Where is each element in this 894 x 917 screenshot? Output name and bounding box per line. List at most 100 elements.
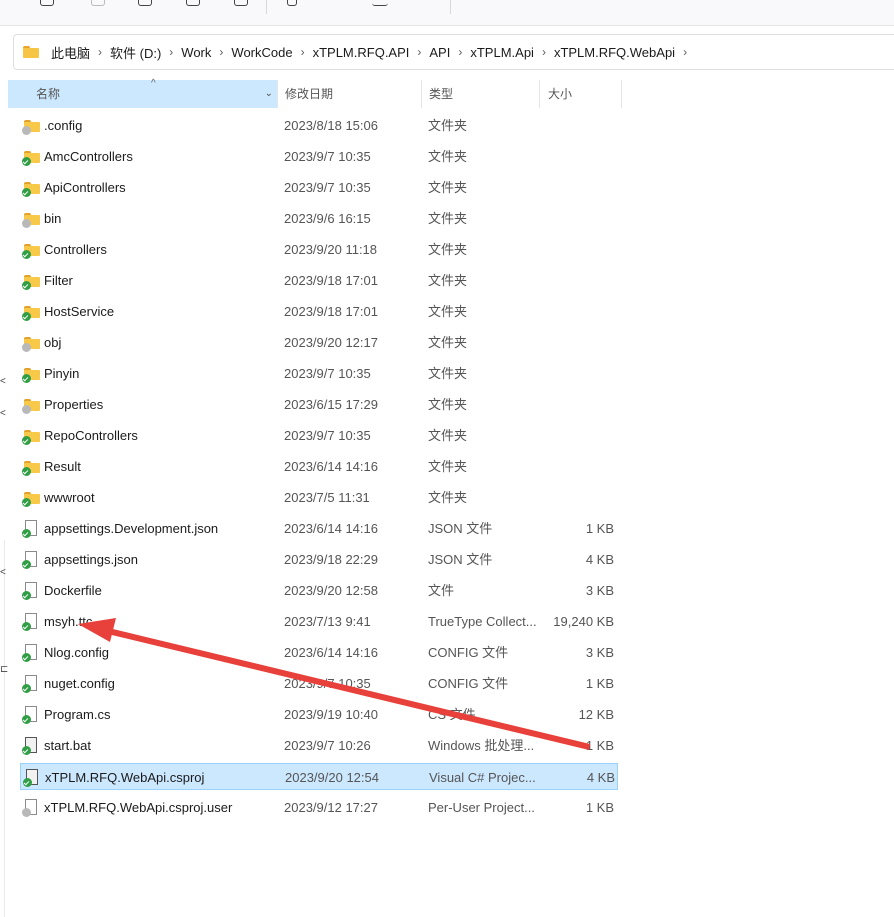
file-row[interactable]: HostService 2023/9/18 17:01 文件夹 — [20, 298, 618, 325]
file-row[interactable]: xTPLM.RFQ.WebApi.csproj 2023/9/20 12:54 Vi… — [20, 763, 618, 790]
column-header-date[interactable]: 修改日期 — [277, 80, 421, 108]
chevron-down-icon[interactable]: ⌄ — [265, 80, 273, 108]
file-type: 文件夹 — [428, 180, 468, 195]
file-size: 4 KB — [585, 552, 614, 567]
file-row[interactable]: Filter 2023/9/18 17:01 文件夹 — [20, 267, 618, 294]
file-row[interactable]: nuget.config 2023/9/7 10:35 CONFIG 文件 1 KB — [20, 670, 618, 697]
address-bar[interactable]: 此电脑 › 软件 (D:) › Work › WorkCode › xTPLM.RFQ.API ›… — [13, 34, 894, 70]
sort-icon[interactable] — [287, 0, 297, 6]
file-type: 文件 — [428, 583, 455, 598]
breadcrumb-item[interactable]: WorkCode — [231, 45, 292, 60]
file-row[interactable]: appsettings.Development.json 2023/6/14 14… — [20, 515, 618, 542]
file-row[interactable]: Dockerfile 2023/9/20 12:58 文件 3 KB — [20, 577, 618, 604]
breadcrumb-item[interactable]: xTPLM.RFQ.WebApi — [554, 45, 675, 60]
folder-icon — [22, 212, 40, 228]
file-date: 2023/9/12 17:27 — [284, 800, 378, 815]
column-header-size[interactable]: 大小 — [539, 80, 622, 108]
file-size: 4 KB — [586, 770, 615, 785]
file-type: CONFIG 文件 — [428, 676, 509, 691]
file-type: 文件夹 — [428, 211, 468, 226]
file-name: obj — [44, 335, 62, 350]
file-row[interactable]: Pinyin 2023/9/7 10:35 文件夹 — [20, 360, 618, 387]
file-size: 3 KB — [585, 583, 614, 598]
file-size: 1 KB — [585, 521, 614, 536]
file-name: Pinyin — [44, 366, 80, 381]
file-row[interactable]: appsettings.json 2023/9/18 22:29 JSON 文件 4 … — [20, 546, 618, 573]
breadcrumb-item[interactable]: xTPLM.RFQ.API — [313, 45, 410, 60]
chevron-right-icon[interactable]: › — [542, 45, 546, 59]
file-date: 2023/6/15 17:29 — [284, 397, 378, 412]
chevron-right-icon[interactable]: › — [458, 45, 462, 59]
file-date: 2023/9/7 10:35 — [284, 676, 371, 691]
breadcrumb-item[interactable]: API — [429, 45, 450, 60]
file-date: 2023/9/18 17:01 — [284, 304, 378, 319]
column-header-date-label: 修改日期 — [285, 87, 334, 101]
breadcrumb-item[interactable]: Work — [181, 45, 211, 60]
sync-ok-icon — [22, 467, 31, 476]
share-icon[interactable] — [186, 0, 200, 6]
file-size — [540, 236, 614, 263]
file-date: 2023/9/18 22:29 — [284, 552, 378, 567]
chevron-right-icon[interactable]: › — [683, 45, 687, 59]
paste-icon[interactable] — [91, 0, 105, 6]
file-row[interactable]: Controllers 2023/9/20 11:18 文件夹 — [20, 236, 618, 263]
column-header-type[interactable]: 类型 — [421, 80, 539, 108]
file-icon — [22, 675, 37, 693]
sync-ok-icon — [22, 622, 31, 631]
file-row[interactable]: start.bat 2023/9/7 10:26 Windows 批处理... 1 K… — [20, 732, 618, 759]
file-date: 2023/9/20 12:17 — [284, 335, 378, 350]
file-row[interactable]: Nlog.config 2023/6/14 14:16 CONFIG 文件 3 KB — [20, 639, 618, 666]
file-row[interactable]: bin 2023/9/6 16:15 文件夹 — [20, 205, 618, 232]
file-row[interactable]: msyh.ttc 2023/7/13 9:41 TrueType Collect..… — [20, 608, 618, 635]
file-date: 2023/6/14 14:16 — [284, 459, 378, 474]
file-size — [540, 174, 614, 201]
nav-pane-fragment: < — [0, 408, 6, 419]
column-headers: ^ 名称 ⌄ 修改日期 类型 大小 — [0, 78, 894, 108]
file-row[interactable]: Properties 2023/6/15 17:29 文件夹 — [20, 391, 618, 418]
file-type: JSON 文件 — [428, 521, 493, 536]
delete-icon[interactable] — [234, 0, 248, 6]
chevron-right-icon[interactable]: › — [417, 45, 421, 59]
breadcrumb-item[interactable]: 软件 (D:) — [110, 43, 161, 62]
file-size — [540, 329, 614, 356]
file-icon — [22, 551, 37, 569]
folder-icon — [22, 429, 40, 445]
file-row[interactable]: ApiControllers 2023/9/7 10:35 文件夹 — [20, 174, 618, 201]
file-row[interactable]: Result 2023/6/14 14:16 文件夹 — [20, 453, 618, 480]
copy-icon[interactable] — [40, 0, 54, 6]
file-row[interactable]: Program.cs 2023/9/19 10:40 CS 文件 12 KB — [20, 701, 618, 728]
file-type: 文件夹 — [428, 366, 468, 381]
file-type: CONFIG 文件 — [428, 645, 509, 660]
file-row[interactable]: AmcControllers 2023/9/7 10:35 文件夹 — [20, 143, 618, 170]
file-date: 2023/9/7 10:35 — [284, 428, 371, 443]
file-date: 2023/9/20 11:18 — [284, 242, 378, 257]
file-icon — [22, 706, 37, 724]
file-name: wwwroot — [44, 490, 95, 505]
column-header-name[interactable]: ^ 名称 ⌄ — [8, 78, 277, 108]
file-date: 2023/6/14 14:16 — [284, 521, 378, 536]
file-type: 文件夹 — [428, 335, 468, 350]
breadcrumb-item[interactable]: xTPLM.Api — [470, 45, 534, 60]
file-name: appsettings.Development.json — [44, 521, 219, 536]
chevron-right-icon[interactable]: › — [169, 45, 173, 59]
sync-pending-icon — [22, 808, 31, 817]
file-size: 3 KB — [585, 645, 614, 660]
file-type: 文件夹 — [428, 118, 468, 133]
chevron-right-icon[interactable]: › — [98, 45, 102, 59]
rename-icon[interactable] — [138, 0, 152, 6]
file-name: RepoControllers — [44, 428, 138, 443]
file-size — [540, 267, 614, 294]
view-icon[interactable] — [372, 0, 388, 6]
file-row[interactable]: obj 2023/9/20 12:17 文件夹 — [20, 329, 618, 356]
file-row[interactable]: xTPLM.RFQ.WebApi.csproj.user 2023/9/12 17… — [20, 794, 618, 821]
column-header-size-label: 大小 — [548, 87, 573, 101]
file-icon — [23, 769, 38, 787]
file-row[interactable]: .config 2023/8/18 15:06 文件夹 — [20, 112, 618, 139]
sync-ok-icon — [22, 374, 31, 383]
sync-pending-icon — [22, 405, 31, 414]
file-row[interactable]: wwwroot 2023/7/5 11:31 文件夹 — [20, 484, 618, 511]
breadcrumb-item[interactable]: 此电脑 — [51, 43, 90, 62]
file-row[interactable]: RepoControllers 2023/9/7 10:35 文件夹 — [20, 422, 618, 449]
chevron-right-icon[interactable]: › — [219, 45, 223, 59]
chevron-right-icon[interactable]: › — [301, 45, 305, 59]
